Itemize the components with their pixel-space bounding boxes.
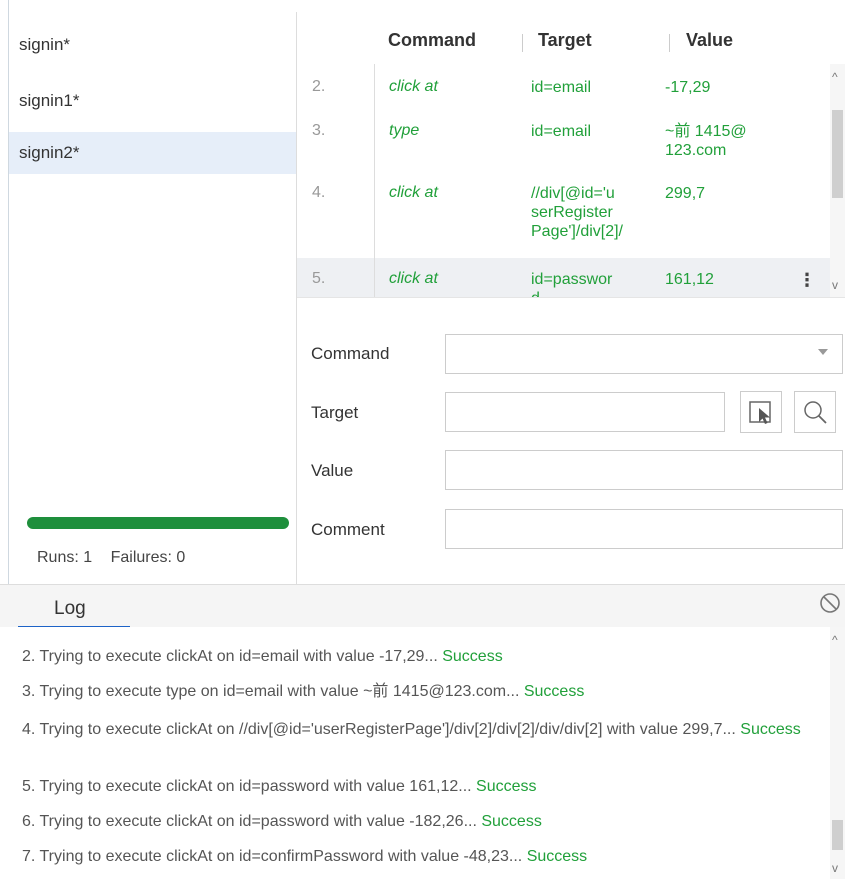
command-label: Command <box>311 344 390 363</box>
log-line-text: Trying to execute clickAt on //div[@id='… <box>35 721 741 738</box>
row-command: type <box>389 122 420 139</box>
suite-item-signin[interactable]: signin* <box>9 24 296 66</box>
select-target-icon <box>749 401 771 424</box>
table-row[interactable]: 2. click at id=email -17,29 <box>297 64 830 108</box>
suite-label: signin1* <box>19 91 80 110</box>
runs-count: Runs: 1 <box>37 549 93 566</box>
row-command: click at <box>389 270 438 287</box>
command-editor: Command Target Value Comment <box>297 297 845 585</box>
suite-item-signin1[interactable]: signin1* <box>9 80 296 122</box>
suite-item-signin2[interactable]: signin2* <box>9 132 296 174</box>
log-line: 2. Trying to execute clickAt on id=email… <box>22 646 822 668</box>
header-separator <box>522 34 523 52</box>
row-number: 5. <box>312 270 326 287</box>
value-label: Value <box>311 461 354 480</box>
target-input[interactable] <box>445 392 725 432</box>
test-suite-sidebar: signin* signin1* signin2* Runs: 1 Failur… <box>9 12 296 584</box>
suite-label: signin* <box>19 35 71 54</box>
scroll-up-icon[interactable]: ^ <box>832 633 838 647</box>
log-status: Success <box>442 648 503 665</box>
scroll-down-icon[interactable]: v <box>832 278 838 292</box>
row-number: 3. <box>312 122 326 139</box>
command-table-scrollbar[interactable]: ^ v <box>830 64 845 297</box>
row-value: ~前 1415@ 123.com <box>665 123 747 159</box>
scroll-down-icon[interactable]: v <box>832 861 838 875</box>
log-line-text: Trying to execute clickAt on id=confirmP… <box>35 848 527 865</box>
scroll-up-icon[interactable]: ^ <box>832 70 838 84</box>
log-line: 4. Trying to execute clickAt on //div[@i… <box>2 719 822 741</box>
log-line: 3. Trying to execute type on id=email wi… <box>22 681 822 703</box>
row-target: id=passwor d <box>531 271 613 297</box>
scrollbar-thumb[interactable] <box>832 110 843 198</box>
row-number: 2. <box>312 78 326 95</box>
log-line: 7. Trying to execute clickAt on id=confi… <box>22 846 822 868</box>
log-line-text: Trying to execute clickAt on id=password… <box>35 813 482 830</box>
log-body: 2. Trying to execute clickAt on id=email… <box>0 627 830 879</box>
table-row[interactable]: 4. click at //div[@id='u serRegister Pag… <box>297 170 830 258</box>
comment-input[interactable] <box>445 509 843 549</box>
command-table: 2. click at id=email -17,29 3. type id=e… <box>297 64 830 297</box>
log-line: 5. Trying to execute clickAt on id=passw… <box>22 776 822 798</box>
command-select[interactable] <box>445 334 843 374</box>
row-value: -17,29 <box>665 79 711 96</box>
log-line-text: Trying to execute clickAt on id=email wi… <box>35 648 443 665</box>
log-line-text: Trying to execute type on id=email with … <box>35 683 524 700</box>
run-stats: Runs: 1 Failures: 0 <box>37 549 199 567</box>
select-target-button[interactable] <box>740 391 782 433</box>
header-separator <box>669 34 670 52</box>
row-command: click at <box>389 78 438 95</box>
log-line-number: 6. <box>22 813 36 830</box>
log-status: Success <box>481 813 542 830</box>
row-target: //div[@id='u serRegister Page']/div[2]/ <box>531 185 623 240</box>
log-line-number: 3. <box>22 683 36 700</box>
log-line-number: 5. <box>22 778 36 795</box>
log-line: 6. Trying to execute clickAt on id=passw… <box>22 811 822 833</box>
command-table-header: Command Target Value <box>297 12 845 64</box>
more-options-icon[interactable]: ⋮ <box>798 270 816 291</box>
find-target-button[interactable] <box>794 391 836 433</box>
row-target: id=email <box>531 123 592 140</box>
log-status: Success <box>526 848 588 865</box>
header-command[interactable]: Command <box>388 12 476 68</box>
log-status: Success <box>740 721 801 738</box>
suite-label: signin2* <box>19 143 80 162</box>
chevron-down-icon <box>818 349 828 355</box>
scrollbar-thumb[interactable] <box>832 820 843 850</box>
table-column-line <box>374 64 375 297</box>
row-value: 299,7 <box>665 185 706 202</box>
row-number: 4. <box>312 184 326 201</box>
clear-log-icon[interactable] <box>819 592 841 614</box>
row-target: id=email <box>531 79 592 96</box>
failures-count: Failures: 0 <box>110 549 186 566</box>
search-icon <box>804 401 827 424</box>
log-status: Success <box>523 683 585 700</box>
table-row-selected[interactable]: 5. click at id=passwor d 161,12 ⋮ <box>297 258 830 297</box>
log-line-text: Trying to execute clickAt on id=password… <box>35 778 477 795</box>
log-scrollbar[interactable]: ^ v <box>830 627 845 879</box>
run-progress-bar <box>27 517 289 529</box>
log-line-number: 4. <box>22 721 36 738</box>
header-value[interactable]: Value <box>686 12 733 68</box>
comment-label: Comment <box>311 520 385 539</box>
row-value: 161,12 <box>665 271 714 288</box>
log-tab-bar: Log <box>0 584 845 628</box>
row-command: click at <box>389 184 438 201</box>
table-row[interactable]: 3. type id=email ~前 1415@ 123.com <box>297 108 830 170</box>
log-line-number: 2. <box>22 648 36 665</box>
header-target[interactable]: Target <box>538 12 592 68</box>
value-input[interactable] <box>445 450 843 490</box>
tab-log[interactable]: Log <box>18 585 130 628</box>
log-status: Success <box>476 778 537 795</box>
target-label: Target <box>311 403 359 422</box>
log-line-number: 7. <box>22 848 36 865</box>
